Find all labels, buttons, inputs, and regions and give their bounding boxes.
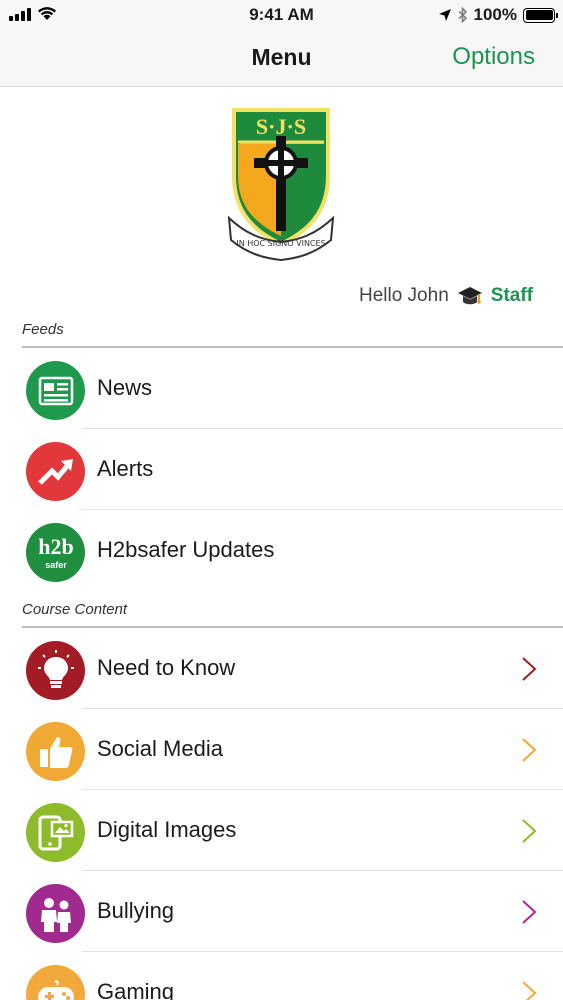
greeting: Hello John Staff — [359, 285, 533, 307]
lightbulb-icon — [26, 641, 85, 700]
menu-item-bullying[interactable]: Bullying — [0, 871, 563, 952]
section-header-feeds: Feeds — [22, 321, 64, 338]
greeting-text: Hello John — [358, 285, 449, 306]
battery-percent: 100% — [473, 5, 517, 24]
menu-item-label: Social Media — [97, 736, 223, 761]
h2b-logo-subtext: safer — [45, 560, 67, 570]
menu-item-gaming[interactable]: Gaming — [0, 952, 563, 1000]
crest-initials: S·J·S — [256, 114, 306, 139]
gamepad-icon — [26, 965, 85, 1000]
people-icon — [26, 884, 85, 943]
status-bar: 9:41 AM 100% — [0, 0, 563, 30]
chevron-right-icon — [522, 738, 537, 762]
chevron-right-icon — [522, 819, 537, 843]
location-arrow-icon — [438, 9, 451, 21]
menu-item-digital-images[interactable]: Digital Images — [0, 790, 563, 871]
school-crest-logo: S·J·S IN HOC SIGNO VINCES — [227, 108, 335, 262]
status-right: 100% — [438, 5, 558, 25]
chevron-right-icon — [522, 981, 537, 1000]
menu-item-need-to-know[interactable]: Need to Know — [0, 628, 563, 709]
h2b-logo-text: h2b — [38, 534, 73, 559]
tablet-image-icon — [26, 803, 85, 862]
menu-item-label: Alerts — [97, 456, 154, 481]
menu-item-alerts[interactable]: Alerts — [0, 429, 563, 510]
thumbs-up-icon — [26, 722, 85, 781]
nav-bar: Menu Options — [0, 30, 563, 87]
graduation-cap-icon — [457, 287, 482, 305]
menu-item-label: H2bsafer Updates — [97, 537, 275, 562]
menu-item-news[interactable]: News — [0, 348, 563, 429]
menu-item-label: Bullying — [97, 898, 175, 923]
trend-up-icon — [26, 442, 85, 501]
h2b-logo-icon: h2b safer — [26, 523, 85, 582]
options-button[interactable]: Options — [452, 43, 535, 71]
crest-motto: IN HOC SIGNO VINCES — [236, 239, 325, 248]
newspaper-icon — [26, 361, 85, 420]
chevron-right-icon — [522, 900, 537, 924]
section-header-course-content: Course Content — [22, 601, 128, 618]
menu-item-label: Digital Images — [97, 817, 237, 842]
menu-item-h2bsafer-updates[interactable]: h2b safer H2bsafer Updates — [0, 510, 563, 591]
menu-item-social-media[interactable]: Social Media — [0, 709, 563, 790]
bluetooth-icon — [458, 7, 467, 23]
menu-item-label: Gaming — [97, 979, 175, 1000]
chevron-right-icon — [522, 657, 537, 681]
menu-item-label: Need to Know — [97, 655, 236, 680]
role-badge: Staff — [490, 285, 533, 306]
menu-item-label: News — [97, 375, 153, 400]
battery-icon — [523, 7, 558, 23]
